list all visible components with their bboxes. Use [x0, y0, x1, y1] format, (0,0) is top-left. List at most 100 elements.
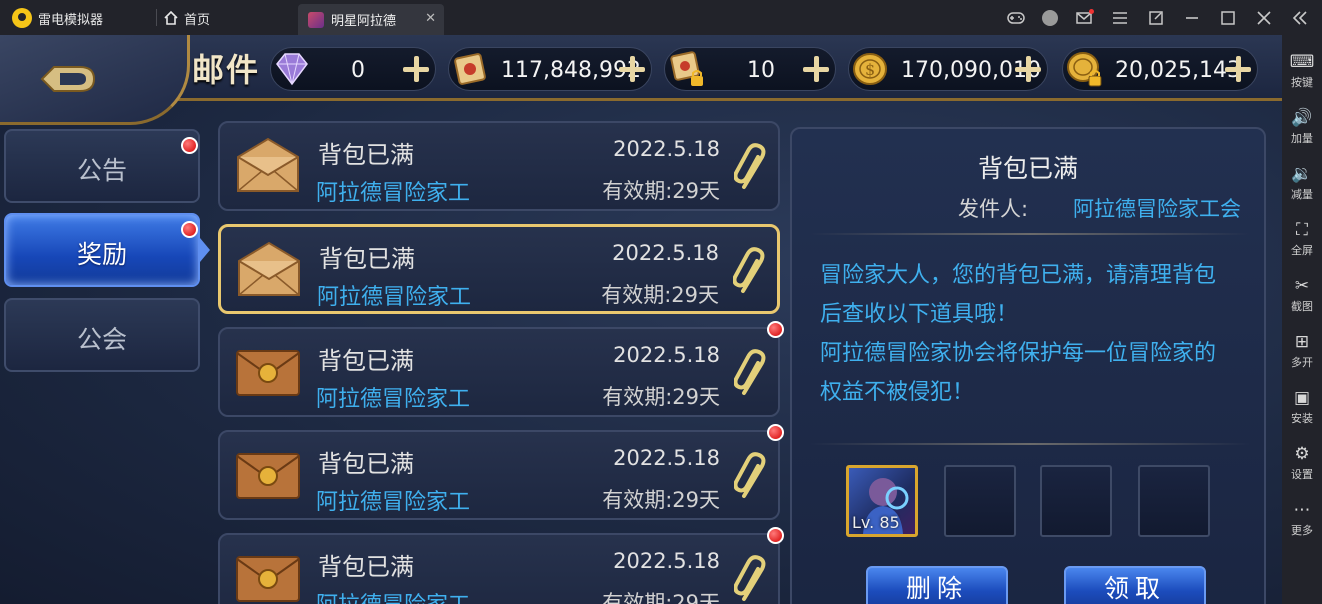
game-viewport: 邮件 0 117,848,992 10 $ 170,090,010 20,025… — [0, 35, 1282, 604]
attachment-slot-empty — [1040, 465, 1112, 537]
mail-item[interactable]: 背包已满 阿拉德冒险家工 2022.5.18 有效期:29天 — [218, 424, 784, 520]
tab-close-icon[interactable]: ✕ — [425, 11, 436, 26]
mail-expiry: 有效期:29天 — [602, 591, 720, 604]
diamond-icon — [276, 53, 308, 86]
mail-expiry: 有效期:29天 — [602, 385, 720, 409]
detail-body-line: 阿拉德冒险家协会将保护每一位冒险家的 — [820, 341, 1217, 366]
user-avatar-icon[interactable] — [1042, 10, 1058, 26]
tab-rewards[interactable]: 奖励 — [4, 213, 200, 287]
mail-sender: 阿拉德冒险家工 — [316, 490, 471, 515]
home-tab[interactable]: 首页 — [164, 9, 210, 28]
add-diamond-button[interactable] — [403, 56, 429, 82]
mail-item[interactable]: 背包已满 阿拉德冒险家工 2022.5.18 有效期:29天 — [218, 121, 780, 211]
unread-badge — [767, 321, 784, 338]
active-tab-pointer — [200, 238, 210, 262]
more-icon: ⋯ — [1293, 500, 1311, 520]
scroll-icon — [454, 53, 486, 85]
apk-install-button[interactable]: ▣ 安装 — [1282, 387, 1322, 426]
detail-body-line: 权益不被侵犯！ — [820, 380, 975, 405]
volume-down-button[interactable]: 🔉 减量 — [1282, 163, 1322, 202]
mail-sender: 阿拉德冒险家工 — [316, 387, 471, 412]
attachment-slot-filled[interactable]: Lv. 85 — [846, 465, 918, 537]
mail-date: 2022.5.18 — [613, 343, 720, 367]
back-plate — [0, 35, 190, 125]
claim-button[interactable]: 领取 — [1064, 566, 1206, 604]
emulator-titlebar: 雷电模拟器 首页 明星阿拉德 ✕ — [0, 0, 1322, 35]
mail-icon[interactable] — [1074, 8, 1094, 28]
mail-sender: 阿拉德冒险家工 — [317, 285, 472, 310]
mail-expiry: 有效期:29天 — [602, 488, 720, 512]
divider — [810, 443, 1250, 445]
divider — [810, 233, 1250, 235]
detail-body: 冒险家大人，您的背包已满，请清理背包 后查收以下道具哦！ 阿拉德冒险家协会将保护… — [820, 256, 1240, 412]
page-title: 邮件 — [192, 51, 261, 89]
unread-badge — [767, 527, 784, 544]
unread-badge — [181, 221, 198, 238]
mail-detail-panel: 背包已满 发件人: 阿拉德冒险家工会 冒险家大人，您的背包已满，请清理背包 后查… — [790, 127, 1266, 604]
keyboard-button[interactable]: ⌨ 按键 — [1282, 51, 1322, 90]
sealed-envelope-icon — [236, 453, 300, 499]
unread-badge — [181, 137, 198, 154]
mail-date: 2022.5.18 — [612, 241, 719, 265]
add-locked-scroll-button[interactable] — [803, 56, 829, 82]
back-icon[interactable] — [32, 57, 102, 101]
currency-gold: $ 170,090,010 — [848, 47, 1048, 91]
emulator-logo-icon — [12, 8, 32, 28]
multi-instance-button[interactable]: ⊞ 多开 — [1282, 331, 1322, 370]
locked-gold-coin-icon — [1067, 52, 1102, 87]
mail-item[interactable]: 背包已满 阿拉德冒险家工 2022.5.18 有效期:29天 — [218, 321, 784, 417]
fullscreen-icon: ⛶ — [1296, 220, 1308, 240]
home-icon — [164, 11, 178, 25]
volume-down-label: 减量 — [1291, 188, 1313, 201]
keyboard-icon: ⌨ — [1289, 52, 1315, 72]
mail-sender: 阿拉德冒险家工 — [316, 587, 470, 604]
volume-up-button[interactable]: 🔊 加量 — [1282, 107, 1322, 146]
apk-install-icon: ▣ — [1293, 388, 1311, 408]
mail-expiry: 有效期:29天 — [601, 283, 719, 307]
mail-expiry: 有效期:29天 — [602, 179, 720, 203]
add-locked-gold-button[interactable] — [1225, 56, 1251, 82]
resize-icon[interactable] — [1146, 8, 1166, 28]
mail-item-selected[interactable]: 背包已满 阿拉德冒险家工 2022.5.18 有效期:29天 — [218, 224, 780, 314]
currency-scroll: 117,848,992 — [448, 47, 652, 91]
mail-sender: 阿拉德冒险家工 — [316, 181, 471, 206]
delete-button[interactable]: 删除 — [866, 566, 1008, 604]
mail-title: 背包已满 — [318, 347, 414, 375]
add-scroll-button[interactable] — [619, 56, 645, 82]
tab-guild[interactable]: 公会 — [4, 298, 200, 372]
mail-title: 背包已满 — [318, 141, 414, 169]
currency-locked-gold-value: 20,025,143 — [1115, 58, 1241, 83]
fullscreen-button[interactable]: ⛶ 全屏 — [1282, 219, 1322, 258]
emulator-right-toolbar: ⌨ 按键 🔊 加量 🔉 减量 ⛶ 全屏 ✂ 截图 ⊞ 多开 ▣ 安装 ⚙ 设置 … — [1282, 35, 1322, 604]
more-button[interactable]: ⋯ 更多 — [1282, 499, 1322, 538]
detail-sender: 阿拉德冒险家工会 — [1073, 197, 1241, 221]
maximize-icon[interactable] — [1218, 8, 1238, 28]
add-gold-button[interactable] — [1015, 56, 1041, 82]
tab-announcement[interactable]: 公告 — [4, 129, 200, 203]
opened-envelope-icon — [237, 137, 299, 192]
gamepad-icon[interactable] — [1006, 8, 1026, 28]
game-tab[interactable]: 明星阿拉德 ✕ — [298, 4, 444, 35]
settings-button[interactable]: ⚙ 设置 — [1282, 443, 1322, 482]
volume-down-icon: 🔉 — [1291, 164, 1313, 184]
minimize-icon[interactable] — [1182, 8, 1202, 28]
sealed-envelope-icon — [236, 556, 300, 602]
currency-diamond: 0 — [270, 47, 436, 91]
mail-item[interactable]: 背包已满 阿拉德冒险家工 2022.5.18 有效期:29天 — [218, 527, 784, 604]
titlebar-divider — [156, 9, 157, 26]
gold-coin-icon: $ — [853, 53, 887, 85]
screenshot-icon: ✂ — [1294, 276, 1310, 296]
close-icon[interactable] — [1254, 8, 1274, 28]
attachment-slot-empty — [944, 465, 1016, 537]
screenshot-button[interactable]: ✂ 截图 — [1282, 275, 1322, 314]
attachment-slot-empty — [1138, 465, 1210, 537]
attachment-level: Lv. 85 — [852, 513, 900, 532]
mail-date: 2022.5.18 — [613, 137, 720, 161]
collapse-icon[interactable] — [1290, 8, 1310, 28]
tab-rewards-label: 奖励 — [76, 240, 127, 269]
menu-icon[interactable] — [1110, 8, 1130, 28]
attachment-paperclip-icon — [734, 143, 766, 189]
settings-icon: ⚙ — [1294, 444, 1310, 464]
detail-sender-label: 发件人: — [958, 197, 1029, 221]
detail-title: 背包已满 — [977, 154, 1078, 183]
